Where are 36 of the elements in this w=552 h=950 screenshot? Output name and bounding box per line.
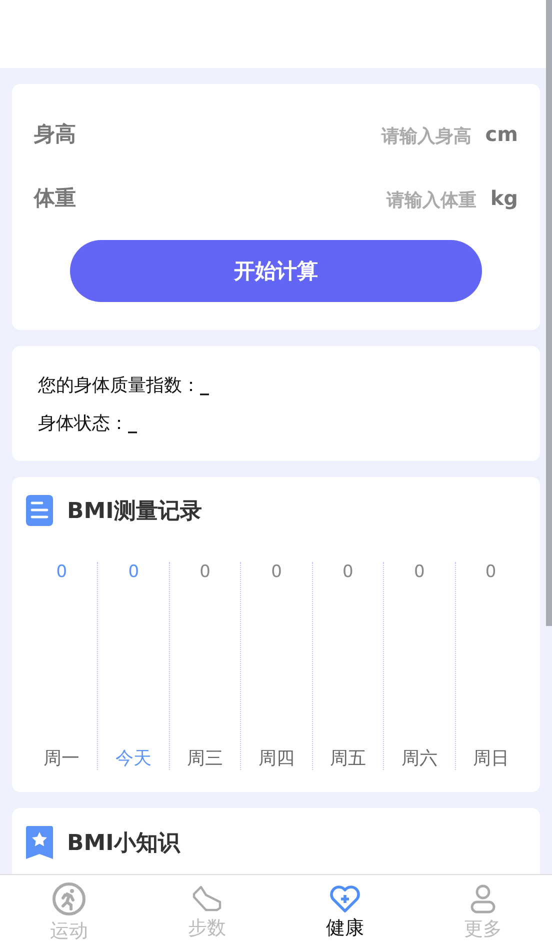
section-title: BMI测量记录 <box>67 498 202 526</box>
tab[interactable]: 健康 <box>276 875 414 950</box>
result-text: 身体状态：_ <box>38 412 138 434</box>
runner-icon <box>52 882 86 916</box>
tab[interactable]: 更多 <box>414 875 552 950</box>
day-value: 0 <box>128 562 140 582</box>
input-field[interactable]: 请输入体重 <box>76 186 490 210</box>
sneaker-icon <box>191 884 223 912</box>
day-value: 0 <box>56 562 68 582</box>
day-value: 0 <box>200 562 210 582</box>
list-icon <box>26 495 53 526</box>
field-label: 身高 <box>34 121 76 148</box>
field-label: 体重 <box>34 185 76 212</box>
section-title: BMI小知识 <box>67 830 180 858</box>
day-label: 周四 <box>258 747 294 770</box>
day-value: 0 <box>342 562 354 582</box>
day-value: 0 <box>485 562 496 582</box>
heart-plus-icon <box>329 884 361 912</box>
tab[interactable]: 运动 <box>0 875 138 950</box>
unit-label: cm <box>485 122 518 146</box>
day-label: 周六 <box>401 747 438 770</box>
scrollbar[interactable] <box>546 0 552 626</box>
day-label: 周日 <box>472 747 509 770</box>
unit-label: kg <box>490 186 518 210</box>
star-bookmark-icon <box>26 826 53 859</box>
result-text: 您的身体质量指数：_ <box>38 374 210 396</box>
person-icon <box>470 884 496 914</box>
day-label: 周三 <box>187 747 224 770</box>
day-label: 周一 <box>44 747 80 770</box>
day-value: 0 <box>414 562 425 582</box>
tab[interactable]: 步数 <box>138 875 276 950</box>
day-label: 今天 <box>116 747 152 770</box>
input-field[interactable]: 请输入身高 <box>76 122 486 146</box>
day-label: 周五 <box>330 747 366 770</box>
calculate-button[interactable]: 开始计算 <box>70 240 482 302</box>
day-value: 0 <box>271 562 282 582</box>
